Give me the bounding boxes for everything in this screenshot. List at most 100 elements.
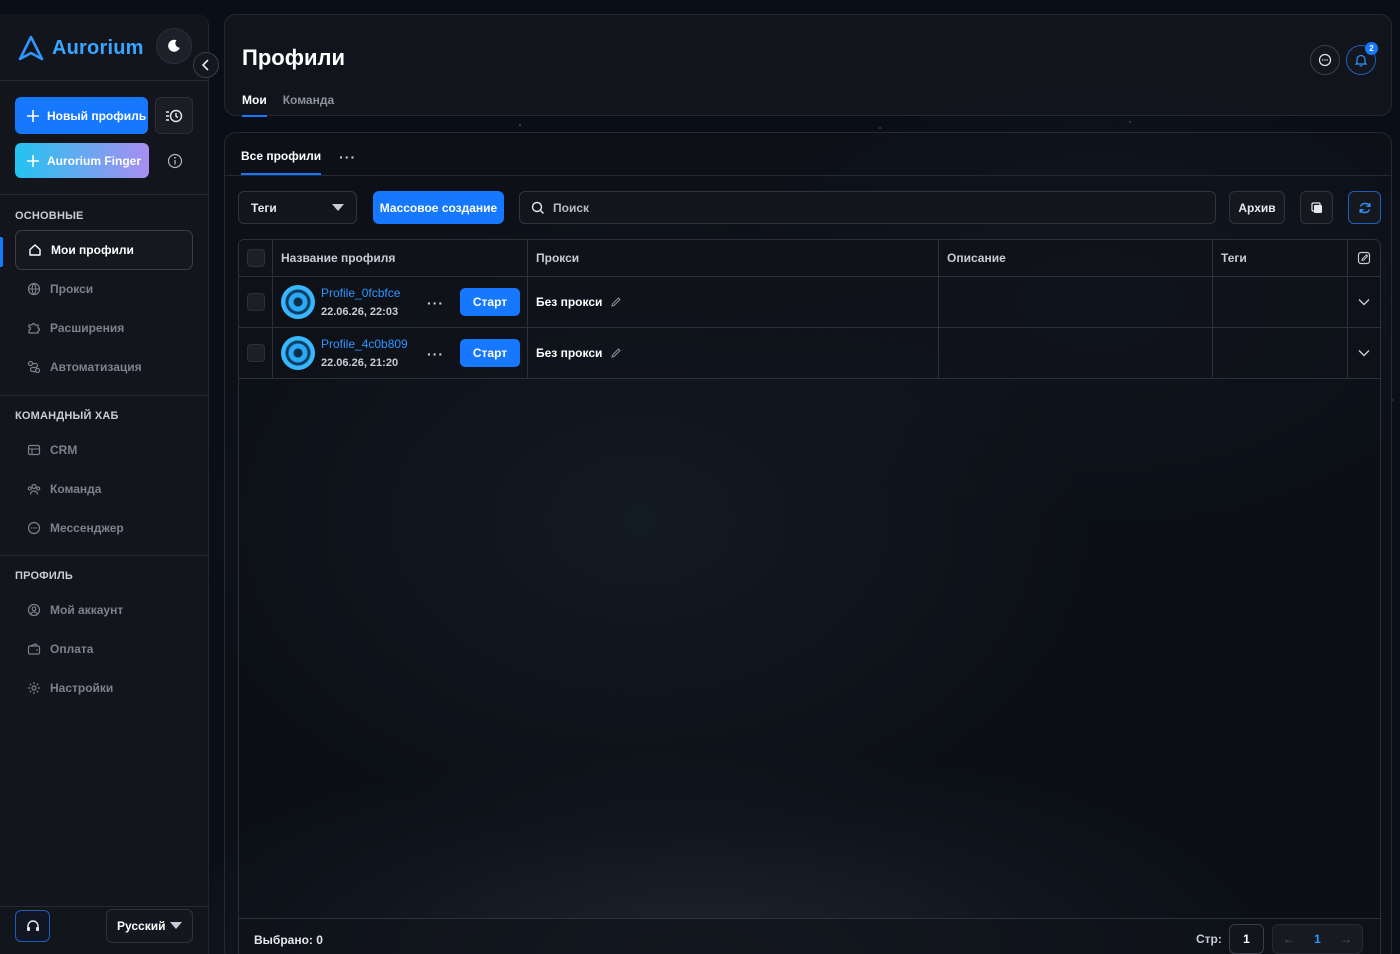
theme-toggle-button[interactable] <box>156 28 192 64</box>
sidebar-item-extensions[interactable]: Расширения <box>15 308 193 348</box>
header-select-cell <box>239 240 273 276</box>
table-row[interactable]: Profile_4c0b809 22.06.26, 21:20 ··· Стар… <box>239 328 1380 379</box>
start-button[interactable]: Старт <box>460 339 520 367</box>
puzzle-icon <box>28 322 41 334</box>
collapse-sidebar-button[interactable] <box>193 52 219 78</box>
brand[interactable]: Aurorium <box>18 34 144 62</box>
start-button[interactable]: Старт <box>460 288 520 316</box>
chevron-down-icon[interactable] <box>1358 298 1370 306</box>
sidebar-item-team[interactable]: Команда <box>15 469 193 509</box>
profile-name-link[interactable]: Profile_4c0b809 <box>321 337 408 351</box>
sidebar-item-label: Оплата <box>50 642 94 656</box>
search-icon <box>531 201 544 214</box>
tags-filter-label: Теги <box>251 200 277 215</box>
column-header-tags[interactable]: Теги <box>1213 240 1348 276</box>
next-page-button[interactable]: → <box>1340 932 1352 946</box>
support-button[interactable] <box>15 910 50 942</box>
profile-name-link[interactable]: Profile_0fcbfce <box>321 286 400 300</box>
row-checkbox[interactable] <box>246 344 265 362</box>
history-button[interactable] <box>155 97 193 134</box>
messages-button[interactable] <box>1310 45 1340 75</box>
page-number-input[interactable]: 1 <box>1229 924 1264 954</box>
tags-cell[interactable] <box>1213 277 1348 327</box>
row-more-button[interactable]: ··· <box>427 295 444 311</box>
edit-columns-icon[interactable] <box>1357 251 1371 265</box>
tab-all-profiles[interactable]: Все профили <box>241 149 322 175</box>
description-cell[interactable] <box>939 277 1213 327</box>
chat-icon <box>1318 53 1332 67</box>
notification-badge: 2 <box>1365 42 1378 55</box>
proxy-cell: Без прокси <box>528 328 939 378</box>
sidebar-item-label: Расширения <box>50 321 125 335</box>
search-field[interactable] <box>519 191 1216 224</box>
chevron-down-icon[interactable] <box>1358 349 1370 357</box>
header-panel: Профили Мои Команда 2 <box>224 14 1392 117</box>
sidebar-item-crm[interactable]: CRM <box>15 430 193 470</box>
table-row[interactable]: Profile_0fcbfce 22.06.26, 22:03 ··· Стар… <box>239 277 1380 328</box>
chevron-left-icon <box>201 59 209 71</box>
column-header-proxy[interactable]: Прокси <box>528 240 939 276</box>
page-label: Стр: <box>1196 932 1222 946</box>
section-title-main: ОСНОВНЫЕ <box>15 210 84 222</box>
caret-down-icon <box>332 203 344 211</box>
sidebar-divider <box>0 555 209 556</box>
tags-filter-select[interactable]: Теги <box>238 191 357 224</box>
notifications-button[interactable]: 2 <box>1346 42 1378 75</box>
sidebar-item-payment[interactable]: Оплата <box>15 629 193 669</box>
aurorium-finger-label: Aurorium Finger <box>47 153 142 168</box>
sidebar-item-label: Мессенджер <box>50 521 124 535</box>
sidebar-item-my-profiles[interactable]: Мои профили <box>15 230 193 270</box>
profile-date: 22.06.26, 22:03 <box>321 306 399 318</box>
sidebar: Aurorium Новый профиль Aurorium Finger О… <box>0 14 209 954</box>
select-all-checkbox[interactable] <box>246 249 265 267</box>
list-tab-more-button[interactable]: ··· <box>339 149 356 175</box>
sidebar-item-settings[interactable]: Настройки <box>15 668 193 708</box>
pencil-icon[interactable] <box>610 347 622 359</box>
table-header: Название профиля Прокси Описание Теги <box>239 240 1380 277</box>
column-header-description[interactable]: Описание <box>939 240 1213 276</box>
bell-icon <box>1354 54 1368 67</box>
gear-icon <box>28 682 40 694</box>
row-select-cell <box>239 277 273 327</box>
row-checkbox[interactable] <box>246 293 265 311</box>
sidebar-item-my-account[interactable]: Мой аккаунт <box>15 590 193 630</box>
tags-cell[interactable] <box>1213 328 1348 378</box>
chat-icon <box>27 521 41 535</box>
new-profile-label: Новый профиль <box>47 108 147 123</box>
prev-page-button[interactable]: ← <box>1283 932 1295 946</box>
sidebar-divider <box>0 395 209 396</box>
sidebar-item-messenger[interactable]: Мессенджер <box>15 508 193 548</box>
copy-button[interactable] <box>1300 191 1333 224</box>
current-page[interactable]: 1 <box>1314 932 1321 946</box>
sidebar-item-proxies[interactable]: Прокси <box>15 269 193 309</box>
bulk-create-button[interactable]: Массовое создание <box>373 191 504 224</box>
tab-mine[interactable]: Мои <box>242 93 267 117</box>
sidebar-divider <box>0 194 209 195</box>
sidebar-item-label: Мой аккаунт <box>50 603 124 617</box>
sidebar-item-label: Автоматизация <box>50 360 142 374</box>
pencil-icon[interactable] <box>610 296 622 308</box>
list-tabs: Все профили ··· <box>241 149 356 175</box>
row-select-cell <box>239 328 273 378</box>
language-value: Русский <box>117 919 166 933</box>
row-more-button[interactable]: ··· <box>427 346 444 362</box>
proxy-value: Без прокси <box>536 346 603 360</box>
profile-avatar <box>281 336 315 370</box>
archive-button[interactable]: Архив <box>1229 191 1285 224</box>
aurorium-finger-button[interactable]: Aurorium Finger <box>15 143 149 178</box>
tab-team[interactable]: Команда <box>283 93 334 117</box>
main-panel: Все профили ··· Теги Массовое создание А… <box>224 132 1392 954</box>
headset-icon <box>26 920 39 931</box>
info-icon[interactable] <box>167 153 183 169</box>
description-cell[interactable] <box>939 328 1213 378</box>
proxy-cell: Без прокси <box>528 277 939 327</box>
sidebar-item-automation[interactable]: Автоматизация <box>15 347 193 387</box>
new-profile-button[interactable]: Новый профиль <box>15 97 148 134</box>
language-select[interactable]: Русский <box>106 909 193 943</box>
plus-icon <box>27 154 39 167</box>
refresh-button[interactable] <box>1348 191 1381 224</box>
search-input[interactable] <box>553 200 1153 215</box>
column-header-name[interactable]: Название профиля <box>273 240 528 276</box>
column-settings-cell <box>1348 240 1380 276</box>
section-title-team-hub: КОМАНДНЫЙ ХАБ <box>15 410 119 422</box>
